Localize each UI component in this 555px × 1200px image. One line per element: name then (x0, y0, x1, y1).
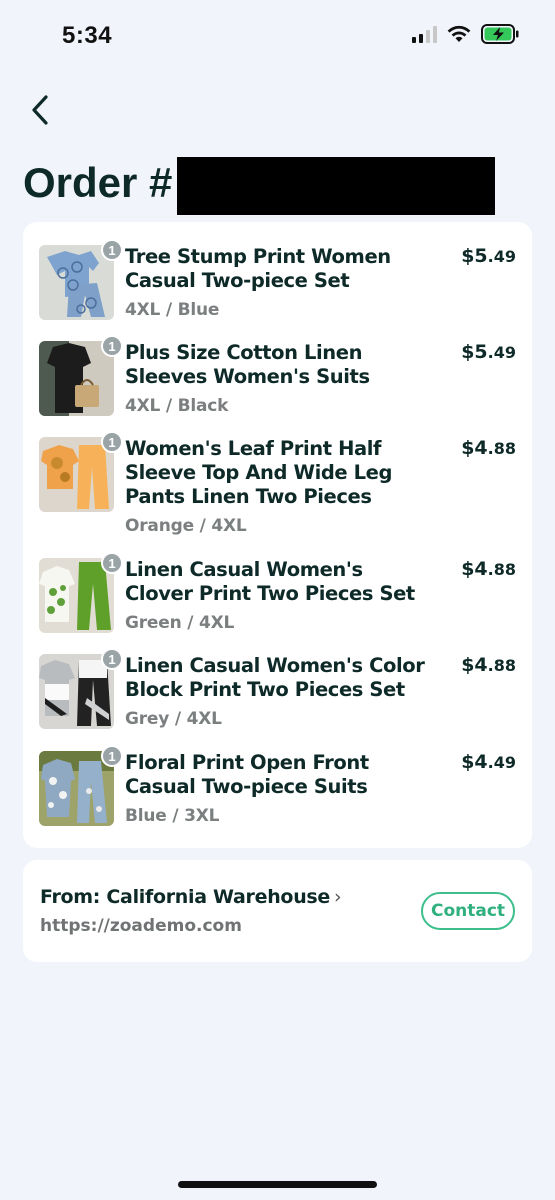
page-title: Order # (23, 159, 173, 206)
home-indicator (178, 1181, 377, 1188)
order-item[interactable]: 1 Linen Casual Women's Clover Print Two … (39, 552, 516, 638)
item-price: $4.88 (461, 654, 516, 676)
warehouse-card: From: California Warehouse › https://zoad… (23, 860, 532, 962)
warehouse-link[interactable]: From: California Warehouse › (40, 886, 342, 908)
item-name: Tree Stump Print Women Casual Two-piece … (125, 245, 391, 292)
item-name: Plus Size Cotton Linen Sleeves Women's S… (125, 341, 370, 388)
quantity-badge: 1 (101, 239, 123, 261)
item-price: $4.88 (461, 437, 516, 459)
quantity-badge: 1 (101, 745, 123, 767)
item-name: Women's Leaf Print Half Sleeve Top And W… (125, 437, 393, 508)
status-time: 5:34 (62, 22, 113, 49)
cellular-signal-icon (412, 25, 437, 43)
order-item[interactable]: 1 Plus Size Cotton Linen Sleeves Women's… (39, 335, 516, 421)
status-bar: 5:34 (0, 0, 555, 72)
order-item[interactable]: 1 Linen Casual Women's Color Block Print… (39, 648, 516, 734)
item-variant: Blue / 3XL (125, 806, 220, 826)
item-name: Floral Print Open Front Casual Two-piece… (125, 751, 369, 798)
order-item[interactable]: 1 Floral Print Open Front Casual Two-pie… (39, 745, 516, 831)
item-variant: Orange / 4XL (125, 516, 247, 536)
item-price: $5.49 (461, 245, 516, 267)
order-items-card: 1 Tree Stump Print Women Casual Two-piec… (23, 222, 532, 848)
quantity-badge: 1 (101, 648, 123, 670)
battery-charging-icon (481, 24, 519, 44)
item-price: $5.49 (461, 341, 516, 363)
wifi-icon (447, 25, 471, 42)
order-item[interactable]: 1 Women's Leaf Print Half Sleeve Top And… (39, 431, 516, 541)
item-name: Linen Casual Women's Clover Print Two Pi… (125, 558, 415, 605)
page-title-row: Order # (23, 155, 172, 215)
order-item[interactable]: 1 Tree Stump Print Women Casual Two-piec… (39, 239, 516, 325)
quantity-badge: 1 (101, 431, 123, 453)
item-variant: 4XL / Blue (125, 300, 220, 320)
item-price: $4.88 (461, 558, 516, 580)
warehouse-label: From: California Warehouse (40, 886, 331, 908)
back-chevron-icon[interactable] (24, 90, 60, 130)
contact-button[interactable]: Contact (421, 892, 515, 930)
item-variant: 4XL / Black (125, 396, 229, 416)
quantity-badge: 1 (101, 552, 123, 574)
quantity-badge: 1 (101, 335, 123, 357)
warehouse-url: https://zoademo.com (40, 916, 242, 936)
status-icons (412, 24, 519, 44)
item-name: Linen Casual Women's Color Block Print T… (125, 654, 425, 701)
item-price: $4.49 (461, 751, 516, 773)
item-variant: Green / 4XL (125, 613, 235, 633)
item-variant: Grey / 4XL (125, 709, 222, 729)
chevron-right-icon: › (334, 886, 342, 908)
redacted-order-number (177, 157, 495, 215)
